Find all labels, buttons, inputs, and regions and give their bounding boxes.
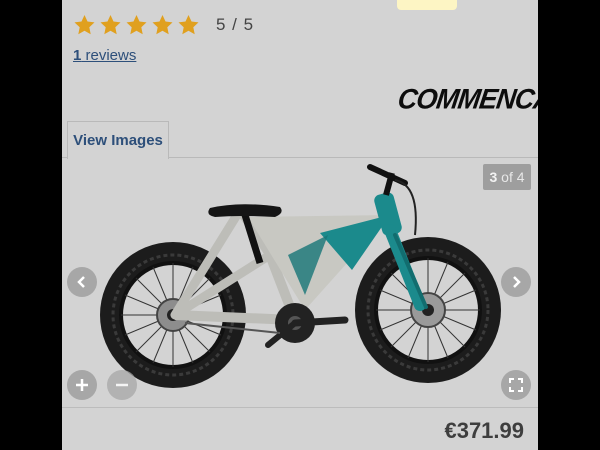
front-wheel	[355, 237, 501, 383]
product-price: €371.99	[444, 418, 524, 443]
star-icon	[152, 15, 173, 35]
next-image-button[interactable]	[501, 267, 531, 297]
zoom-out-button[interactable]	[107, 370, 137, 400]
star-icon	[74, 15, 95, 35]
reviews-count[interactable]: 1	[73, 47, 81, 64]
rating-stars	[72, 13, 201, 37]
star-icon	[126, 15, 147, 35]
rating-score: 5 / 5	[216, 15, 255, 34]
tab-view-images[interactable]: View Images	[67, 121, 169, 159]
fullscreen-button[interactable]	[501, 370, 531, 400]
reviews-label[interactable]: reviews	[86, 47, 137, 64]
chevron-left-icon	[77, 276, 85, 288]
product-image-bike[interactable]	[90, 155, 510, 405]
price-divider	[62, 407, 538, 408]
rating: 5 / 5	[72, 13, 254, 37]
minus-icon	[116, 383, 128, 387]
star-icon	[100, 15, 121, 35]
prev-image-button[interactable]	[67, 267, 97, 297]
fullscreen-icon	[509, 378, 523, 392]
plus-icon	[76, 379, 88, 391]
promo-banner[interactable]	[397, 0, 457, 10]
image-counter-total: 4	[516, 169, 525, 185]
product-page: 5 / 5 1 reviews COMMENCAL View Images 3 …	[62, 0, 538, 450]
brand-logo: COMMENCAL	[395, 83, 538, 115]
star-icon	[178, 15, 199, 35]
zoom-in-button[interactable]	[67, 370, 97, 400]
reviews-link[interactable]: 1 reviews	[73, 47, 136, 64]
chevron-right-icon	[513, 276, 521, 288]
